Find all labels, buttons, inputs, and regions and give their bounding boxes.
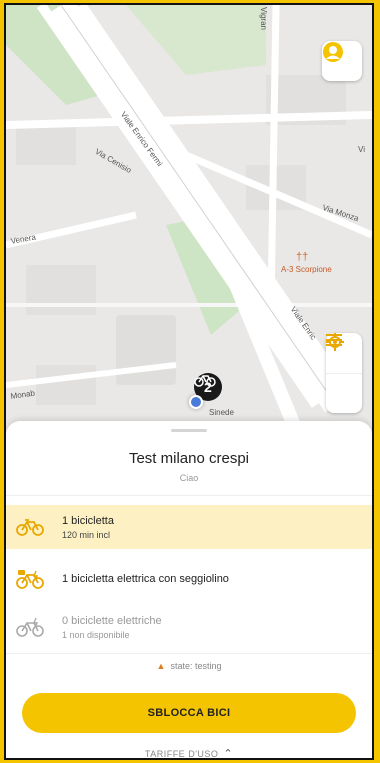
user-avatar-icon — [323, 42, 343, 62]
ebike-seat-icon — [16, 567, 50, 591]
tariffs-label: TARIFFE D'USO — [144, 749, 219, 759]
ebike-icon — [16, 615, 50, 639]
chevron-up-icon: ⌃ — [223, 748, 234, 760]
list-icon — [326, 334, 342, 346]
profile-button[interactable] — [322, 41, 362, 81]
station-sheet: Test milano crespi Ciao 1 bicicletta 120… — [6, 421, 372, 760]
map-view[interactable]: Viale Enrico Fermi Via Cenisio Via Monza… — [6, 5, 372, 430]
station-subtitle: Ciao — [179, 473, 199, 483]
user-location-dot — [189, 395, 203, 409]
list-item-title: 1 bicicletta — [62, 514, 114, 527]
station-state: ▲ state: testing — [6, 661, 372, 671]
list-view-button[interactable] — [326, 334, 362, 413]
state-text: state: testing — [170, 661, 222, 671]
bike-icon — [194, 375, 216, 387]
unlock-bike-button[interactable]: SBLOCCA BICI — [22, 693, 356, 733]
street-label-vigran: Vigran — [259, 7, 268, 30]
bike-icon — [16, 515, 50, 539]
list-item-title: 1 bicicletta elettrica con seggiolino — [62, 573, 229, 585]
street-label-vi: Vi — [358, 145, 365, 154]
divider — [6, 653, 372, 654]
list-item-subtitle: 1 non disponibile — [62, 629, 130, 640]
poi-label: A-3 Scorpione — [281, 265, 332, 274]
station-pin-label: Sinede — [209, 408, 234, 417]
map-controls — [326, 333, 362, 413]
list-item-subtitle: 120 min incl — [62, 529, 111, 540]
divider — [6, 495, 372, 496]
map-canvas — [6, 5, 372, 430]
app-frame: Viale Enrico Fermi Via Cenisio Via Monza… — [4, 3, 374, 760]
tariffs-toggle[interactable]: TARIFFE D'USO ⌃ — [6, 747, 372, 760]
list-item-ebike: 0 biciclette elettriche 1 non disponibil… — [6, 607, 372, 647]
list-item-ebike-seat[interactable]: 1 bicicletta elettrica con seggiolino — [6, 559, 372, 599]
list-item-bike[interactable]: 1 bicicletta 120 min incl — [6, 505, 372, 549]
flame-icon: ▲ — [156, 661, 166, 671]
sheet-drag-handle[interactable] — [171, 429, 207, 432]
restaurant-icon[interactable]: †† — [296, 251, 308, 263]
list-item-title: 0 biciclette elettriche — [62, 614, 162, 627]
station-title: Test milano crespi — [128, 450, 250, 467]
